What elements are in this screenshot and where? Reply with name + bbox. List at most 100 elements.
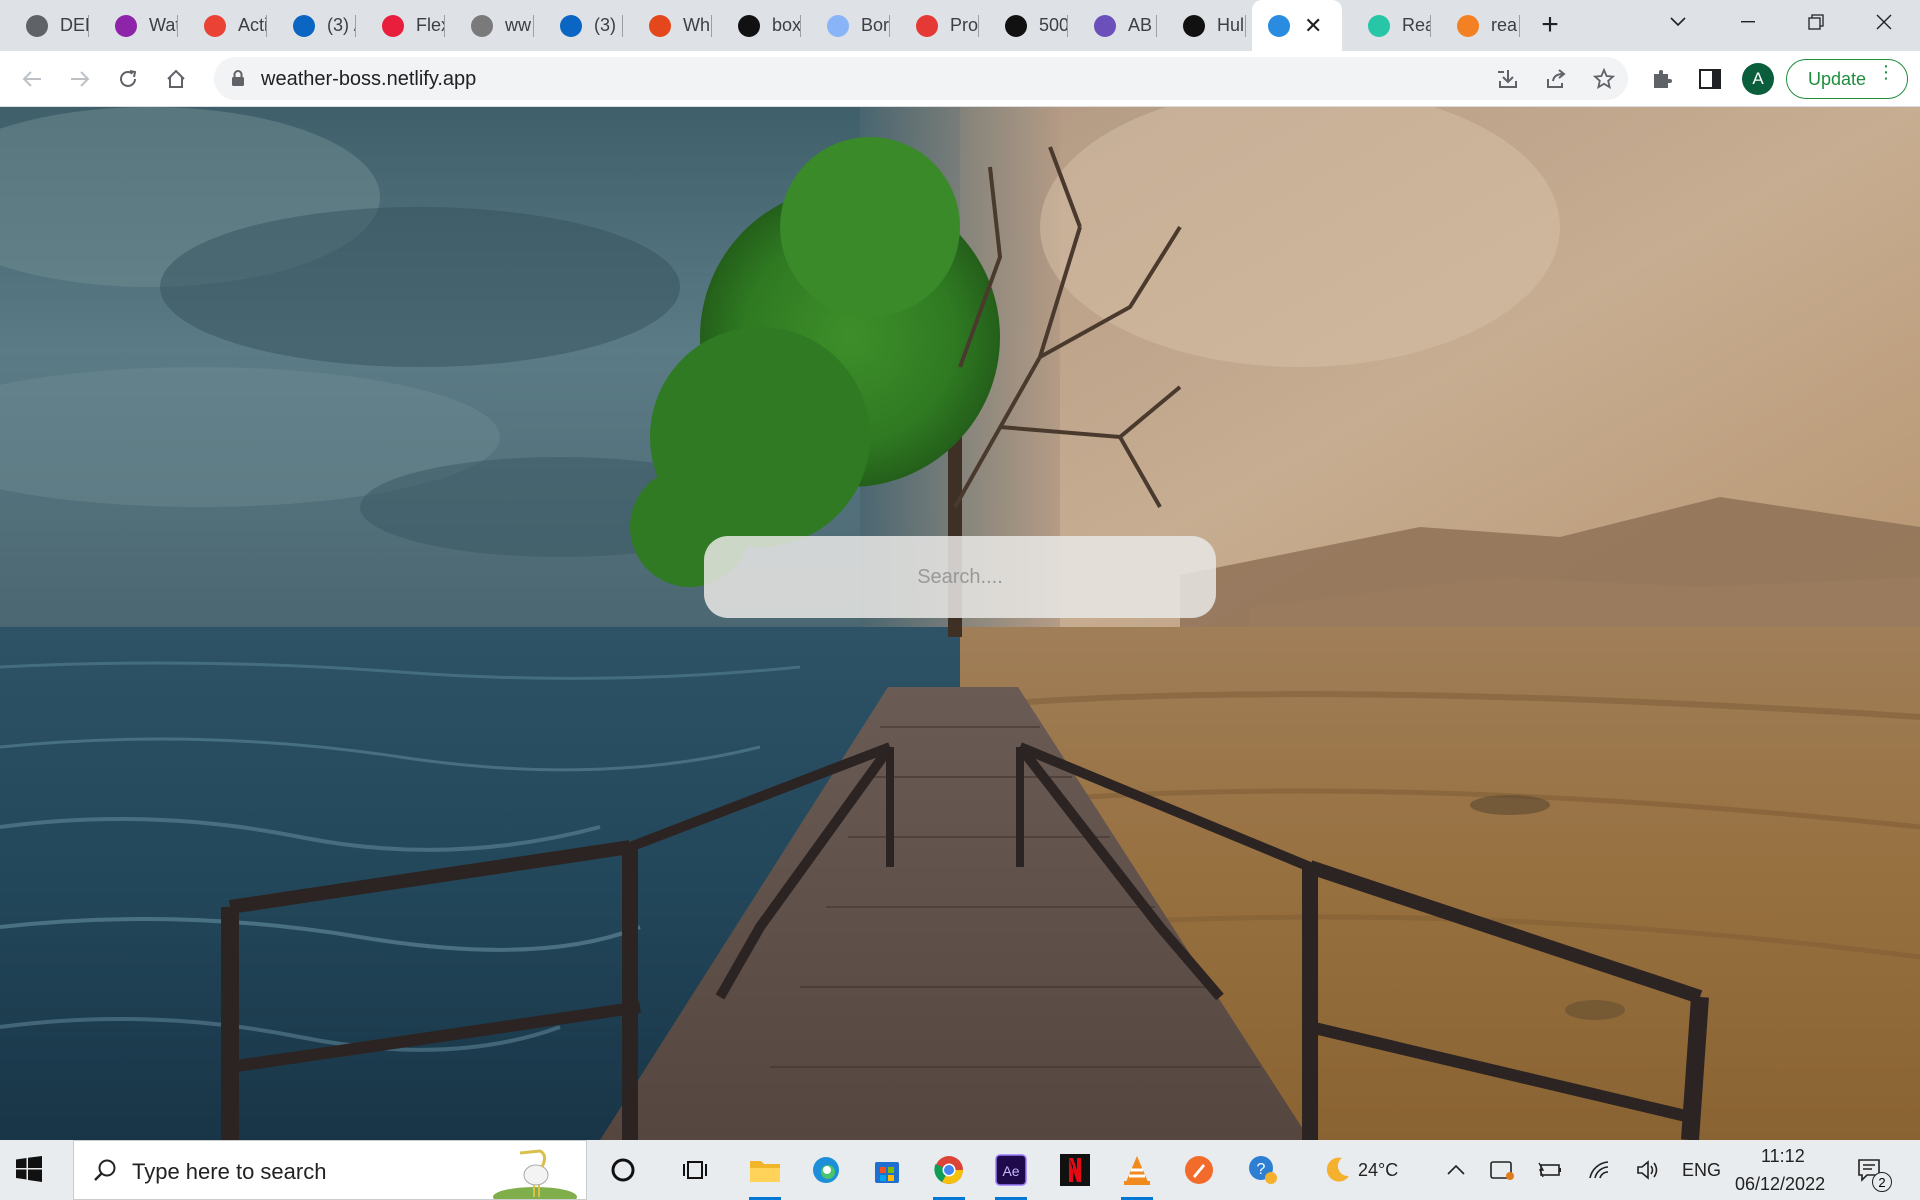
weather-temperature: 24°C	[1358, 1160, 1399, 1180]
back-arrow-icon	[22, 71, 41, 87]
netflix-icon	[1060, 1154, 1090, 1186]
language-indicator[interactable]: ENG	[1682, 1160, 1721, 1181]
windows-taskbar: Type here to search Ae? 24°C ENG 11:12 0…	[0, 1140, 1920, 1200]
tab-separator	[1245, 15, 1246, 37]
svg-text:?: ?	[1257, 1161, 1266, 1178]
close-window-button[interactable]	[1852, 0, 1916, 44]
taskbar-search-box[interactable]: Type here to search	[73, 1140, 587, 1200]
windows-logo-icon	[16, 1156, 42, 1182]
browser-tab[interactable]: Acti	[178, 0, 267, 51]
browser-tab[interactable]: box	[712, 0, 801, 51]
browser-tab[interactable]: Hul	[1157, 0, 1246, 51]
clock-time[interactable]: 11:12	[1761, 1146, 1805, 1167]
tray-app-icon[interactable]	[1480, 1148, 1524, 1192]
frontendmentor-icon	[382, 14, 404, 37]
taskbar-app-pen-app[interactable]	[1177, 1148, 1221, 1192]
minimize-button[interactable]	[1716, 0, 1780, 44]
unsplash-icon	[1005, 14, 1027, 37]
browser-tab[interactable]: DEL	[0, 0, 89, 51]
stackoverflow-icon	[1457, 14, 1479, 37]
browser-tab[interactable]: ww	[445, 0, 534, 51]
close-tab-icon[interactable]: ✕	[1304, 13, 1322, 39]
after-effects-icon: Ae	[995, 1154, 1027, 1186]
city-search-input[interactable]	[704, 536, 1216, 618]
browser-tab[interactable]: Pro	[890, 0, 979, 51]
browser-tab[interactable]: Bor	[801, 0, 890, 51]
taskbar-app-edge[interactable]	[804, 1148, 848, 1192]
profile-avatar[interactable]: A	[1742, 63, 1774, 95]
edge-icon	[811, 1155, 841, 1185]
linkedin-icon	[293, 14, 315, 37]
share-button[interactable]	[1538, 61, 1574, 97]
taskbar-app-task-view[interactable]	[674, 1148, 718, 1192]
tab-title: Wh	[683, 15, 710, 35]
install-app-button[interactable]	[1490, 61, 1526, 97]
battery-button[interactable]	[1528, 1148, 1572, 1192]
tab-title: Hul	[1217, 15, 1245, 35]
browser-tab[interactable]: rea	[1431, 0, 1520, 51]
tab-title: (3) /	[327, 15, 355, 35]
weather-icon	[1268, 14, 1290, 37]
taskbar-app-chrome[interactable]	[927, 1148, 971, 1200]
tab-title: Rea	[1402, 15, 1430, 35]
weather-widget[interactable]	[1315, 1148, 1359, 1192]
restore-icon	[1808, 14, 1824, 30]
browser-tab[interactable]: Flex	[356, 0, 445, 51]
extensions-button[interactable]	[1644, 61, 1680, 97]
security-tray-icon	[1490, 1161, 1514, 1180]
openai-icon	[1094, 14, 1116, 37]
update-button[interactable]: Update ⋮	[1786, 59, 1908, 99]
back-button[interactable]	[14, 61, 50, 97]
tab-title: Flex	[416, 15, 444, 35]
taskbar-app-store[interactable]	[865, 1148, 909, 1192]
reload-button[interactable]	[110, 61, 146, 97]
forward-button[interactable]	[62, 61, 98, 97]
tab-title: Bor	[861, 15, 889, 35]
battery-icon	[1538, 1162, 1561, 1178]
new-tab-button[interactable]: +	[1536, 8, 1564, 42]
network-button[interactable]	[1578, 1148, 1622, 1192]
home-icon	[167, 69, 185, 88]
background-scene-image	[0, 107, 1920, 1140]
browser-tab[interactable]: (3) /	[267, 0, 356, 51]
install-icon	[1498, 70, 1517, 88]
tab-title: rea	[1491, 15, 1518, 35]
clock-date[interactable]: 06/12/2022	[1735, 1174, 1825, 1195]
browser-toolbar: weather-boss.netlify.app A Update ⋮	[0, 51, 1920, 107]
home-button[interactable]	[158, 61, 194, 97]
browser-tab[interactable]: AB	[1068, 0, 1157, 51]
start-button[interactable]	[16, 1156, 56, 1186]
bookmark-button[interactable]	[1586, 61, 1622, 97]
browser-tab[interactable]: 500	[979, 0, 1068, 51]
taskbar-app-help[interactable]: ?	[1241, 1148, 1285, 1192]
loading-icon	[827, 14, 849, 37]
forward-arrow-icon	[71, 71, 90, 87]
show-hidden-icons-button[interactable]	[1434, 1148, 1478, 1192]
tab-title: (3) l	[594, 15, 622, 35]
browser-tab[interactable]: ✕	[1252, 0, 1342, 51]
taskbar-app-cortana[interactable]	[601, 1148, 645, 1192]
browser-tab[interactable]: (3) l	[534, 0, 623, 51]
address-bar[interactable]: weather-boss.netlify.app	[214, 57, 1628, 100]
browser-tab[interactable]: Wh	[623, 0, 712, 51]
restore-button[interactable]	[1784, 0, 1848, 44]
browser-tab[interactable]: Rea	[1342, 0, 1431, 51]
search-icon	[94, 1159, 116, 1181]
taskbar-app-file-explorer[interactable]	[743, 1148, 787, 1200]
task-view-icon	[682, 1158, 710, 1182]
reload-icon	[120, 70, 137, 87]
volume-button[interactable]	[1626, 1148, 1670, 1192]
notifications-button[interactable]: 2	[1848, 1148, 1892, 1192]
file-explorer-icon	[749, 1157, 781, 1183]
tab-search-button[interactable]	[1646, 0, 1710, 44]
update-label: Update	[1808, 68, 1867, 89]
taskbar-app-vlc[interactable]	[1115, 1148, 1159, 1200]
svg-text:Ae: Ae	[1002, 1163, 1019, 1179]
taskbar-app-after-effects[interactable]: Ae	[989, 1148, 1033, 1200]
taskbar-app-netflix[interactable]	[1053, 1148, 1097, 1192]
vlc-icon	[1122, 1154, 1152, 1186]
linkedin-grey-icon	[471, 14, 493, 37]
browser-tab[interactable]: Wat	[89, 0, 178, 51]
chevron-up-icon	[1447, 1165, 1465, 1175]
side-panel-button[interactable]	[1692, 61, 1728, 97]
